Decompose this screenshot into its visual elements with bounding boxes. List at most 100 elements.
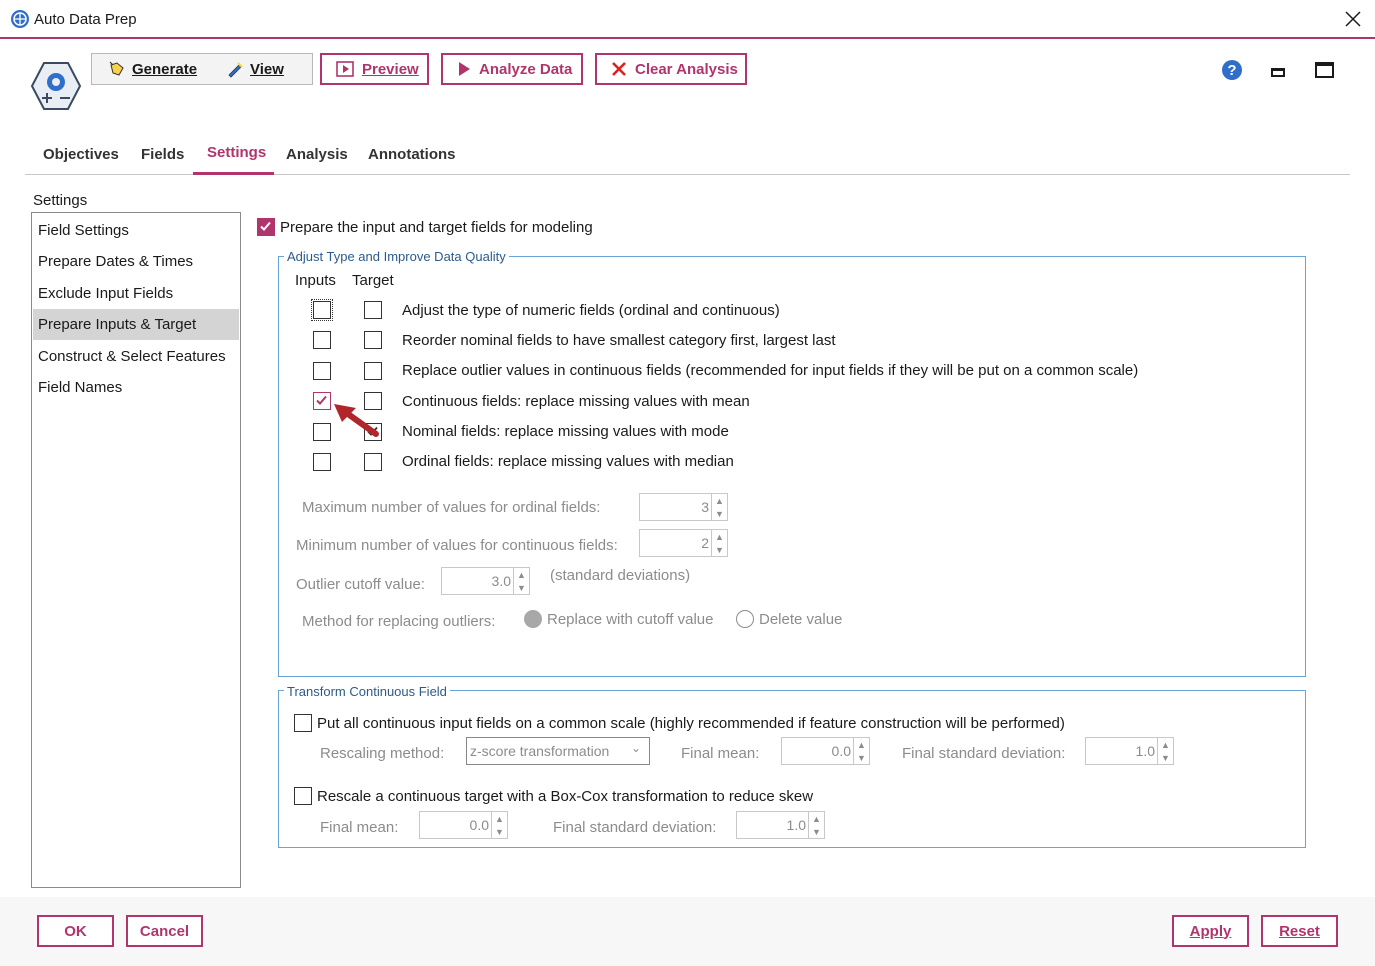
boxcox-checkbox[interactable]	[294, 787, 312, 805]
cancel-button[interactable]: Cancel	[126, 915, 203, 947]
apply-button[interactable]: Apply	[1172, 915, 1249, 947]
replace-cutoff-radio[interactable]	[524, 610, 542, 628]
reorder-nominal-inputs-checkbox[interactable]	[313, 331, 331, 349]
spin-down-icon[interactable]: ▼	[854, 751, 869, 764]
close-icon[interactable]	[1344, 10, 1362, 28]
adjust-type-inputs-checkbox[interactable]	[311, 299, 333, 321]
final-sd-label: Final standard deviation:	[902, 745, 1066, 762]
spin-up-icon[interactable]: ▲	[1158, 738, 1173, 751]
spin-up-icon[interactable]: ▲	[712, 530, 727, 543]
chevron-down-icon: ⌄	[630, 741, 641, 755]
ordinal-median-target-checkbox[interactable]	[364, 453, 382, 471]
inputs-column-header: Inputs	[295, 272, 336, 289]
tab-analysis[interactable]: Analysis	[286, 146, 348, 163]
min-continuous-spinner[interactable]: 2 ▲ ▼	[639, 529, 728, 557]
spin-up-icon[interactable]: ▲	[809, 812, 824, 825]
tab-objectives[interactable]: Objectives	[43, 146, 119, 163]
boxcox-mean-spinner[interactable]: 0.0 ▲ ▼	[419, 811, 508, 839]
delete-value-radio[interactable]	[736, 610, 754, 628]
minimize-panel-icon[interactable]	[1271, 68, 1285, 77]
ok-button[interactable]: OK	[37, 915, 114, 947]
adjust-type-target-checkbox[interactable]	[364, 301, 382, 319]
spin-down-icon[interactable]: ▼	[1158, 751, 1173, 764]
max-ordinal-label: Maximum number of values for ordinal fie…	[302, 499, 601, 516]
clear-analysis-button[interactable]: Clear Analysis	[595, 53, 747, 85]
clear-x-icon	[612, 62, 626, 76]
sidebar-item-field-names[interactable]: Field Names	[33, 372, 239, 403]
transform-group-title: Transform Continuous Field	[284, 684, 450, 699]
title-bar	[0, 0, 1375, 39]
nominal-mode-label: Nominal fields: replace missing values w…	[402, 423, 729, 440]
window-title: Auto Data Prep	[34, 11, 137, 28]
reorder-nominal-label: Reorder nominal fields to have smallest …	[402, 332, 836, 349]
replace-cutoff-label: Replace with cutoff value	[547, 611, 714, 628]
adjust-type-label: Adjust the type of numeric fields (ordin…	[402, 302, 780, 319]
sidebar-item-exclude-input-fields[interactable]: Exclude Input Fields	[33, 278, 239, 309]
ordinal-median-inputs-checkbox[interactable]	[313, 453, 331, 471]
final-mean-label: Final mean:	[681, 745, 760, 762]
rescaling-method-select[interactable]: z-score transformation ⌄	[466, 737, 650, 765]
generate-label: Generate	[132, 60, 198, 78]
sidebar-item-prepare-inputs-target[interactable]: Prepare Inputs & Target	[33, 309, 239, 340]
reset-button[interactable]: Reset	[1261, 915, 1338, 947]
spin-up-icon[interactable]: ▲	[712, 494, 727, 507]
outlier-cutoff-value: 3.0	[491, 573, 511, 589]
adjust-type-group-title: Adjust Type and Improve Data Quality	[284, 249, 509, 264]
boxcox-mean-label: Final mean:	[320, 819, 399, 836]
spin-down-icon[interactable]: ▼	[492, 825, 507, 838]
app-icon	[11, 10, 29, 28]
svg-text:?: ?	[1227, 62, 1236, 79]
spin-down-icon[interactable]: ▼	[712, 543, 727, 556]
boxcox-label: Rescale a continuous target with a Box-C…	[317, 788, 814, 805]
nominal-mode-inputs-checkbox[interactable]	[313, 423, 331, 441]
max-ordinal-spinner[interactable]: 3 ▲ ▼	[639, 493, 728, 521]
prepare-fields-checkbox[interactable]	[257, 218, 275, 236]
analyze-data-label: Analyze Data	[479, 60, 573, 78]
outlier-cutoff-spinner[interactable]: 3.0 ▲ ▼	[441, 567, 530, 595]
auto-data-prep-node-icon	[30, 62, 82, 110]
sidebar-item-construct-select-features[interactable]: Construct & Select Features	[33, 341, 239, 372]
common-scale-checkbox[interactable]	[294, 714, 312, 732]
spin-up-icon[interactable]: ▲	[854, 738, 869, 751]
tab-fields[interactable]: Fields	[141, 146, 184, 163]
replace-outliers-inputs-checkbox[interactable]	[313, 362, 331, 380]
annotation-arrow-icon	[334, 404, 379, 437]
spin-down-icon[interactable]: ▼	[809, 825, 824, 838]
tab-settings[interactable]: Settings	[207, 144, 266, 161]
target-column-header: Target	[352, 272, 394, 289]
spin-down-icon[interactable]: ▼	[514, 581, 529, 594]
analyze-data-button[interactable]: Analyze Data	[441, 53, 583, 85]
replace-outliers-target-checkbox[interactable]	[364, 362, 382, 380]
continuous-mean-inputs-checkbox[interactable]	[313, 392, 331, 410]
sidebar-item-prepare-dates-times[interactable]: Prepare Dates & Times	[33, 246, 239, 277]
min-continuous-value: 2	[701, 535, 709, 551]
spin-up-icon[interactable]: ▲	[514, 568, 529, 581]
reorder-nominal-target-checkbox[interactable]	[364, 331, 382, 349]
final-mean-value: 0.0	[831, 743, 851, 759]
boxcox-sd-value: 1.0	[786, 817, 806, 833]
rescaling-method-value: z-score transformation	[470, 743, 610, 759]
clear-analysis-label: Clear Analysis	[635, 60, 738, 78]
outlier-cutoff-unit: (standard deviations)	[550, 567, 691, 584]
boxcox-mean-value: 0.0	[469, 817, 489, 833]
settings-list-heading: Settings	[33, 192, 88, 209]
final-mean-spinner[interactable]: 0.0 ▲ ▼	[781, 737, 870, 765]
spin-up-icon[interactable]: ▲	[492, 812, 507, 825]
tab-annotations[interactable]: Annotations	[368, 146, 456, 163]
preview-label: Preview	[362, 60, 419, 78]
spin-down-icon[interactable]: ▼	[712, 507, 727, 520]
dialog-footer	[0, 897, 1375, 966]
sidebar-item-field-settings[interactable]: Field Settings	[33, 215, 239, 246]
preview-button[interactable]: Preview	[320, 53, 429, 85]
view-button[interactable]: View	[226, 60, 284, 78]
maximize-panel-icon[interactable]	[1315, 62, 1334, 78]
max-ordinal-value: 3	[701, 499, 709, 515]
outlier-cutoff-label: Outlier cutoff value:	[296, 576, 425, 593]
help-icon[interactable]: ?	[1221, 59, 1243, 81]
boxcox-sd-spinner[interactable]: 1.0 ▲ ▼	[736, 811, 825, 839]
final-sd-spinner[interactable]: 1.0 ▲ ▼	[1085, 737, 1174, 765]
min-continuous-label: Minimum number of values for continuous …	[296, 537, 618, 554]
settings-list: Field Settings Prepare Dates & Times Exc…	[31, 212, 241, 888]
boxcox-sd-label: Final standard deviation:	[553, 819, 717, 836]
generate-button[interactable]: Generate	[108, 60, 197, 78]
